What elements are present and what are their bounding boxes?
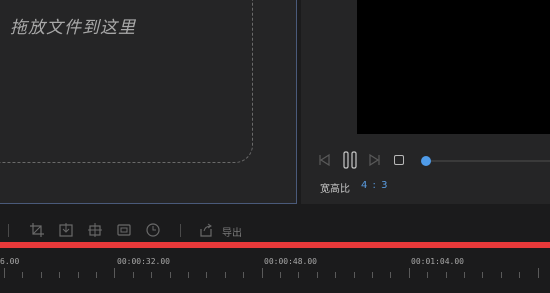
export-icon[interactable] xyxy=(199,223,213,237)
progress-knob[interactable] xyxy=(421,156,431,166)
ruler-minor-tick xyxy=(390,272,391,278)
ruler-minor-tick xyxy=(41,272,42,278)
ruler-minor-tick xyxy=(298,272,299,278)
freeze-frame-icon[interactable] xyxy=(117,223,131,237)
progress-track[interactable] xyxy=(426,160,550,162)
ruler-minor-tick xyxy=(446,272,447,278)
ruler-minor-tick xyxy=(354,272,355,278)
ruler-minor-tick xyxy=(317,272,318,278)
ruler-minor-tick xyxy=(170,272,171,278)
drop-hint: 拖放文件到这里 xyxy=(10,18,136,38)
split-icon[interactable] xyxy=(88,223,102,237)
ruler-minor-tick xyxy=(280,272,281,278)
ruler-minor-tick xyxy=(501,272,502,278)
ruler-major-tick xyxy=(114,268,115,278)
ruler-minor-tick xyxy=(427,272,428,278)
prev-frame-icon[interactable] xyxy=(318,153,332,167)
aspect-ratio-label: 宽高比 xyxy=(320,184,350,195)
ruler-major-tick xyxy=(262,268,263,278)
ruler-minor-tick xyxy=(133,272,134,278)
ruler-major-tick xyxy=(538,268,539,278)
ruler-minor-tick xyxy=(372,272,373,278)
next-frame-icon[interactable] xyxy=(367,153,381,167)
ruler-minor-tick xyxy=(188,272,189,278)
tick-label: 6.00 xyxy=(0,257,20,266)
ruler-minor-tick xyxy=(206,272,207,278)
ruler-minor-tick xyxy=(78,272,79,278)
ruler-minor-tick xyxy=(243,272,244,278)
crop-icon[interactable] xyxy=(30,223,44,237)
timeline-ruler[interactable] xyxy=(0,248,550,293)
ruler-minor-tick xyxy=(151,272,152,278)
ruler-major-tick xyxy=(4,268,5,278)
export-label[interactable]: 导出 xyxy=(222,224,242,239)
tick-label: 00:00:48.00 xyxy=(264,257,317,266)
toolbar-separator xyxy=(8,224,9,237)
speed-icon[interactable] xyxy=(146,223,160,237)
ruler-minor-tick xyxy=(464,272,465,278)
aspect-ratio-value[interactable]: 4 : 3 xyxy=(361,180,388,191)
tick-label: 00:01:04.00 xyxy=(411,257,464,266)
tick-label: 00:00:32.00 xyxy=(117,257,170,266)
ruler-major-tick xyxy=(409,268,410,278)
ruler-minor-tick xyxy=(519,272,520,278)
fit-icon[interactable] xyxy=(59,223,73,237)
pause-icon[interactable] xyxy=(341,151,359,169)
stop-icon[interactable] xyxy=(394,155,404,165)
toolbar-separator xyxy=(180,224,181,237)
ruler-minor-tick xyxy=(225,272,226,278)
ruler-minor-tick xyxy=(335,272,336,278)
ruler-minor-tick xyxy=(482,272,483,278)
ruler-minor-tick xyxy=(96,272,97,278)
ruler-minor-tick xyxy=(22,272,23,278)
video-preview xyxy=(357,0,550,134)
ruler-minor-tick xyxy=(59,272,60,278)
